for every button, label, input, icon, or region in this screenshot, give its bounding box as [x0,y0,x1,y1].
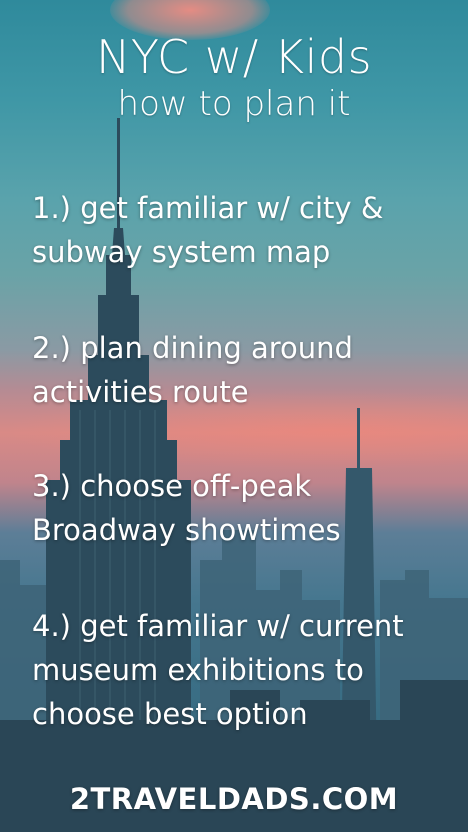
pin-poster: NYC w/ Kids how to plan it 1.) get famil… [0,0,468,832]
tip-item: 1.) get familiar w/ city & subway system… [32,186,462,274]
tip-line: activities route [32,375,249,409]
tip-item: 2.) plan dining around activities route [32,326,462,414]
site-url: 2TRAVELDADS.COM [69,782,399,816]
tip-item: 4.) get familiar w/ current museum exhib… [32,604,462,736]
tip-line: subway system map [32,235,331,269]
tip-line: 3.) choose off-peak [32,469,312,503]
tip-line: 4.) get familiar w/ current [32,609,404,643]
tips-list: 1.) get familiar w/ city & subway system… [32,186,462,788]
tip-line: choose best option [32,697,308,731]
poster-title: NYC w/ Kids [95,30,373,84]
tip-line: 1.) get familiar w/ city & [32,191,384,225]
poster-subtitle: how to plan it [117,84,351,124]
tip-line: 2.) plan dining around [32,331,353,365]
tip-item: 3.) choose off-peak Broadway showtimes [32,464,462,552]
tip-line: museum exhibitions to [32,653,364,687]
tip-line: Broadway showtimes [32,513,341,547]
